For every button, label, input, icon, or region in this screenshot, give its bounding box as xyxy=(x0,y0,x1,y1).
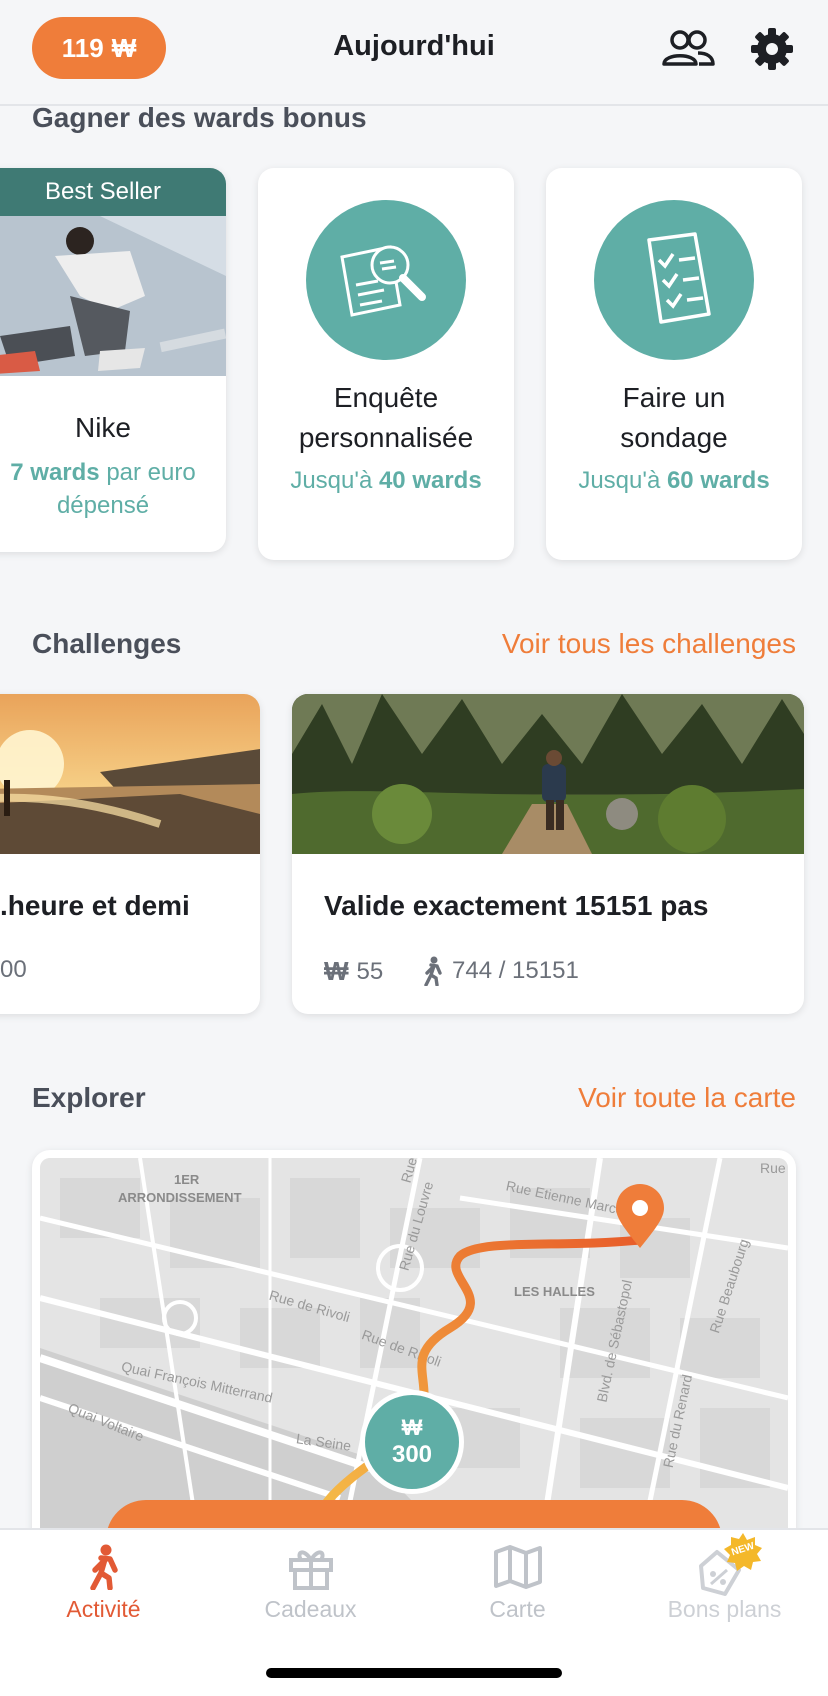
challenge-card-2[interactable]: Valide exactement 15151 pas ₩ 55 744 / 1… xyxy=(292,694,804,1014)
walking-person-icon xyxy=(89,1544,118,1590)
challenge-2-reward: ₩ 55 xyxy=(324,956,383,987)
friends-icon[interactable] xyxy=(660,24,716,74)
nike-reward-bold: 7 wards xyxy=(10,459,100,486)
nike-promo-image xyxy=(0,216,226,376)
tab-cadeaux[interactable]: Cadeaux xyxy=(207,1544,414,1654)
settings-gear-icon[interactable] xyxy=(744,24,800,74)
challenge-1-meta: 00 xyxy=(0,956,27,983)
walking-person-icon xyxy=(424,956,442,986)
challenge-1-title: .heure et demi xyxy=(0,890,190,921)
tab-activite[interactable]: Activité xyxy=(0,1544,207,1654)
survey-search-icon xyxy=(306,200,466,360)
bonus-card-enquete[interactable]: Enquête personnalisée Jusqu'à 40 wards xyxy=(258,168,514,560)
sondage-title-line1: Faire un xyxy=(622,382,726,413)
checklist-icon xyxy=(594,200,754,360)
nike-reward-line2: dépensé xyxy=(56,492,150,519)
enquete-reward-prefix: Jusqu'à xyxy=(290,467,379,494)
gift-icon xyxy=(288,1550,333,1590)
tab-carte[interactable]: Carte xyxy=(414,1544,621,1654)
best-seller-ribbon: Best Seller xyxy=(0,168,226,216)
sondage-reward: Jusqu'à 60 wards xyxy=(546,464,802,497)
bonus-card-nike[interactable]: Best Seller Nike 7 wards par euro dépens… xyxy=(0,168,226,552)
bonus-card-sondage[interactable]: Faire un sondage Jusqu'à 60 wards xyxy=(546,168,802,560)
challenge-card-1[interactable]: .heure et demi 00 xyxy=(0,694,260,1014)
challenge-2-progress: 744 / 15151 xyxy=(422,956,579,986)
sondage-reward-bold: 60 wards xyxy=(666,467,770,494)
enquete-title-line1: Enquête xyxy=(333,382,439,413)
wards-marker-icon: ₩ xyxy=(401,1415,423,1440)
nike-reward-line: 7 wards par euro xyxy=(0,456,226,489)
nike-title: Nike xyxy=(74,412,131,443)
tab-bons-plans[interactable]: NEW Bons plans xyxy=(621,1533,828,1654)
sondage-title-line2: sondage xyxy=(620,422,728,453)
top-bar: 119 ₩ Aujourd'hui xyxy=(0,0,828,106)
see-all-challenges-link[interactable]: Voir tous les challenges xyxy=(502,628,796,660)
challenge-2-steps: 744 / 15151 xyxy=(452,957,579,984)
sunset-image xyxy=(0,694,260,854)
sondage-reward-prefix: Jusqu'à xyxy=(578,467,667,494)
challenges-section-title: Challenges xyxy=(32,628,182,659)
tab-carte-label: Carte xyxy=(489,1596,546,1622)
bonus-section-title: Gagner des wards bonus xyxy=(32,102,367,133)
new-badge: NEW xyxy=(723,1532,763,1572)
home-indicator xyxy=(266,1668,562,1678)
map-icon xyxy=(493,1545,542,1589)
nike-reward-rest: par euro xyxy=(99,459,196,486)
wards-marker-value: 300 xyxy=(391,1441,433,1468)
wards-reward-icon: ₩ xyxy=(324,956,349,986)
challenge-2-reward-value: 55 xyxy=(356,957,384,985)
forest-hiker-image xyxy=(292,694,804,854)
see-full-map-link[interactable]: Voir toute la carte xyxy=(578,1082,796,1114)
tab-activite-label: Activité xyxy=(66,1596,141,1622)
tab-bons-plans-label: Bons plans xyxy=(667,1596,782,1622)
challenge-2-title: Valide exactement 15151 pas xyxy=(324,890,709,921)
enquete-title-line2: personnalisée xyxy=(298,422,474,453)
destination-pin-icon xyxy=(616,1184,664,1248)
enquete-reward-bold: 40 wards xyxy=(378,467,482,494)
enquete-reward: Jusqu'à 40 wards xyxy=(258,464,514,497)
wards-marker[interactable]: ₩ 300 xyxy=(360,1390,464,1494)
explorer-section-title: Explorer xyxy=(32,1082,146,1113)
tab-cadeaux-label: Cadeaux xyxy=(264,1596,357,1622)
